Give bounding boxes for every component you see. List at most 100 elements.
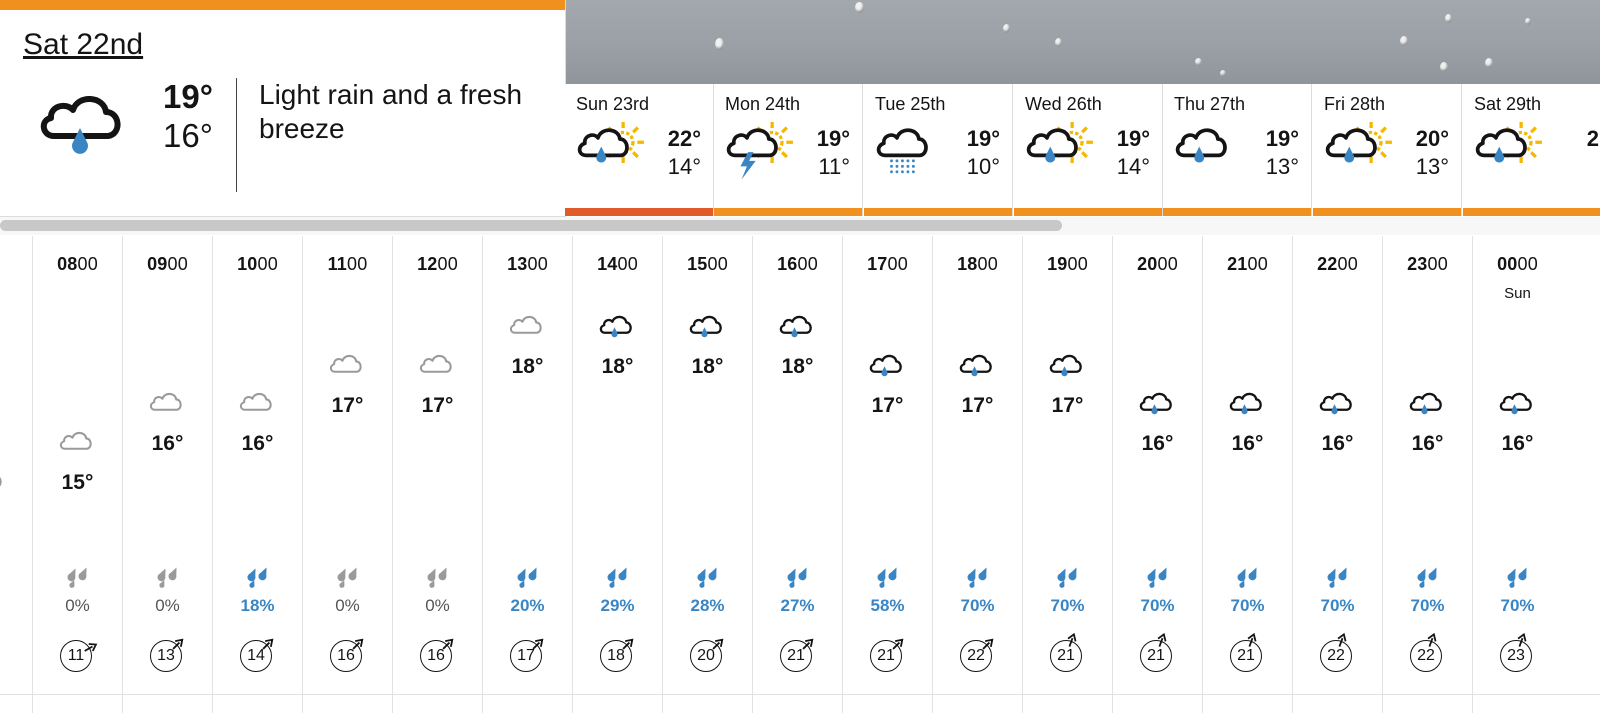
hour-temperature: 16°: [1501, 432, 1534, 455]
hour-temperature: 16°: [1411, 432, 1444, 455]
day-tab[interactable]: Mon 24th 19° 11°: [714, 84, 863, 216]
day-tab-label: Fri 28th: [1324, 94, 1386, 114]
light-rain-icon: [1228, 389, 1268, 430]
wind-speed-indicator: 22: [1320, 632, 1354, 674]
day-tab-label: Sun 23rd: [576, 94, 650, 114]
day-tab[interactable]: Tue 25th 19° 10°: [864, 84, 1013, 216]
grey-cloud-icon: [0, 477, 2, 487]
hour-time: 2100: [1227, 254, 1268, 274]
hour-time: 1000: [237, 254, 278, 274]
grey-cloud-icon: [509, 315, 542, 334]
today-temperature-bar: [0, 0, 565, 10]
wind-direction-arrow-icon: [1517, 632, 1527, 647]
hour-column[interactable]: 0: [0, 236, 32, 713]
hour-column[interactable]: 2300 16° 70% 22: [1382, 236, 1472, 713]
rain-probability-icon: [247, 567, 267, 588]
rain-probability: 70%: [1500, 596, 1535, 615]
sun-rain-icon: [1026, 121, 1093, 164]
light-rain-icon: [689, 315, 722, 338]
hour-time: 0000: [1497, 254, 1538, 274]
wind-direction-arrow-icon: [1067, 632, 1077, 647]
rain-probability-icon: [517, 567, 537, 588]
hour-column[interactable]: 1100 17° 0% 16: [302, 236, 392, 713]
hour-column[interactable]: 1800 17° 70% 22: [932, 236, 1022, 713]
day-tab[interactable]: Thu 27th 19° 13°: [1163, 84, 1312, 216]
rain-probability-icon: [967, 567, 987, 588]
hourly-bottom-rule: [0, 694, 1600, 695]
hour-column[interactable]: 1600 18° 27% 21: [752, 236, 842, 713]
hour-column[interactable]: 2000 16° 70% 21: [1112, 236, 1202, 713]
light-rain-icon: [1498, 389, 1538, 430]
hour-temperature: 18°: [691, 355, 724, 378]
wind-direction-arrow-icon: [802, 638, 814, 650]
light-rain-icon: [1409, 392, 1442, 415]
wind-direction-arrow-icon: [352, 638, 364, 650]
hour-column[interactable]: 1400 18° 29% 18: [572, 236, 662, 713]
rain-probability-icon: [1057, 567, 1077, 588]
day-tab[interactable]: Sat 29th 2: [1463, 84, 1600, 216]
hour-column[interactable]: 1300 18° 20% 17: [482, 236, 572, 713]
wind-direction-arrow-icon: [1247, 632, 1257, 647]
today-summary[interactable]: Sat 22nd 19° 16° Light rain and a fresh …: [0, 0, 566, 217]
today-description: Light rain and a fresh breeze: [259, 79, 523, 144]
rain-probability: 0%: [335, 596, 360, 615]
rain-probability: 70%: [1050, 596, 1085, 615]
hour-temperature: 16°: [151, 432, 184, 455]
rain-probability: 70%: [1230, 596, 1265, 615]
hour-column[interactable]: 0900 16° 0% 13: [122, 236, 212, 713]
today-date-link[interactable]: Sat 22nd: [23, 28, 143, 62]
rain-probability: 70%: [1320, 596, 1355, 615]
hour-column[interactable]: 1700 17° 58% 21: [842, 236, 932, 713]
hour-temperature: 18°: [781, 355, 814, 378]
rain-probability-icon: [1417, 567, 1437, 588]
rain-probability-icon: [67, 567, 87, 588]
drizzle-icon: [874, 122, 944, 185]
wind-speed-indicator: 22: [960, 638, 994, 674]
wind-speed-indicator: 21: [1230, 632, 1264, 674]
hour-column[interactable]: 2100 16° 70% 21: [1202, 236, 1292, 713]
day-tab[interactable]: Fri 28th 20° 13°: [1313, 84, 1462, 216]
day-temperature-bar: [714, 208, 862, 216]
light-rain-icon: [869, 354, 902, 376]
hour-column[interactable]: 1500 18° 28% 20: [662, 236, 752, 713]
day-max-temp: 2: [1586, 126, 1599, 151]
light-rain-icon: [868, 351, 908, 392]
hour-column[interactable]: 0800 15° 0% 11: [32, 236, 122, 713]
hourly-scrollbar-thumb[interactable]: [0, 220, 1062, 231]
grey-cloud-icon: [58, 428, 98, 469]
hour-column[interactable]: 0000 Sun 16° 70% 23: [1472, 236, 1562, 713]
hour-column[interactable]: 1900 17° 70% 21: [1022, 236, 1112, 713]
sun-rain-icon: [1325, 121, 1392, 164]
wind-direction-arrow-icon: [622, 638, 634, 650]
day-min-temp: 14°: [1116, 154, 1150, 179]
rain-probability-icon: [607, 567, 627, 588]
hour-column[interactable]: 1000 16° 18% 14: [212, 236, 302, 713]
wind-speed-indicator: 17: [510, 638, 544, 674]
hour-time: 1600: [777, 254, 818, 274]
rain-probability-icon: [787, 567, 807, 588]
wind-direction-arrow-icon: [982, 638, 994, 650]
thunder-sun-icon: [724, 121, 794, 185]
day-min-temp: 11°: [818, 154, 850, 179]
grey-cloud-icon: [418, 351, 458, 392]
hour-column[interactable]: 1200 17° 0% 16: [392, 236, 482, 713]
day-temperature-bar: [864, 208, 1012, 216]
rain-probability: 27%: [780, 596, 815, 615]
day-tab[interactable]: Sun 23rd 22° 14°: [565, 84, 714, 216]
day-max-temp: 19°: [816, 126, 850, 151]
hour-temperature: 15°: [61, 470, 94, 494]
day-min-temp: 13°: [1265, 154, 1299, 179]
day-tab-label: Thu 27th: [1174, 94, 1246, 114]
wind-speed-indicator: 11: [60, 640, 98, 674]
light-rain-icon: [1175, 128, 1227, 163]
hour-time: 1800: [957, 254, 998, 274]
rain-probability-icon: [1147, 567, 1167, 588]
light-rain-icon: [1318, 389, 1358, 430]
day-tab[interactable]: Wed 26th 19° 14°: [1014, 84, 1163, 216]
light-rain-icon: [1049, 354, 1082, 376]
sun-rain-icon: [1024, 121, 1094, 185]
wind-speed-indicator: 20: [690, 638, 724, 674]
hour-column[interactable]: 2200 16° 70% 22: [1292, 236, 1382, 713]
grey-cloud-icon: [59, 431, 92, 450]
grey-cloud-icon: [508, 312, 548, 353]
